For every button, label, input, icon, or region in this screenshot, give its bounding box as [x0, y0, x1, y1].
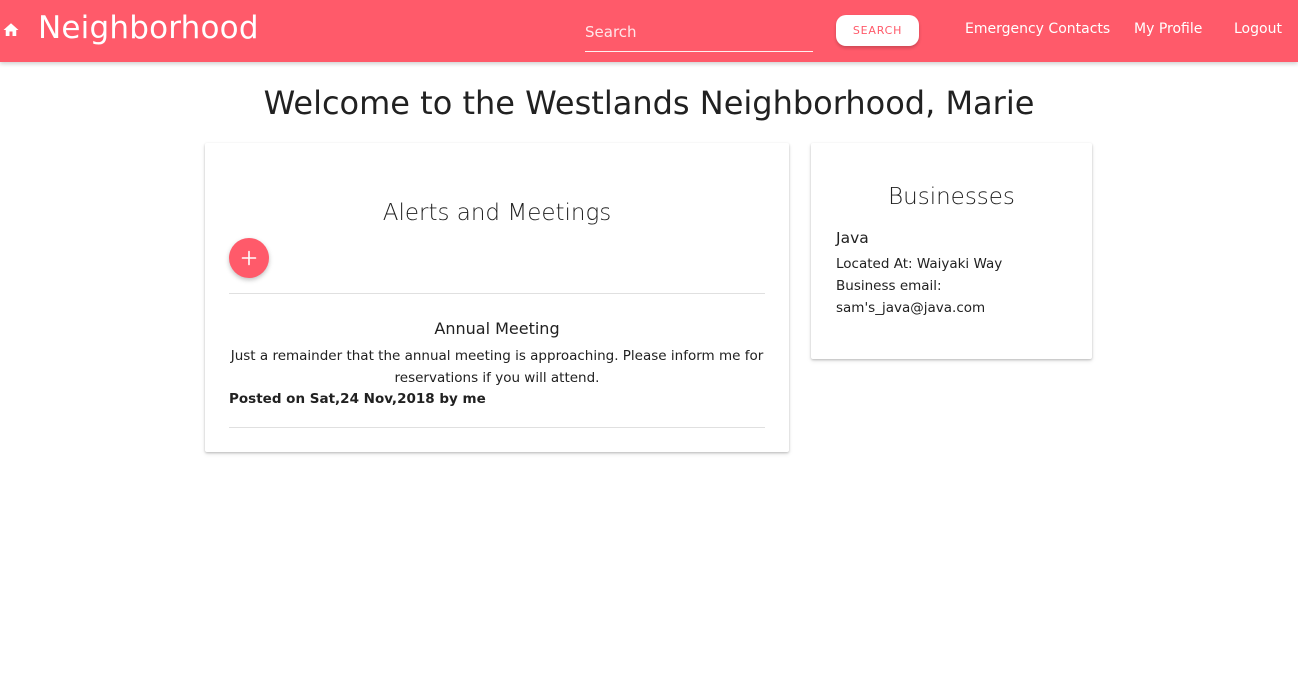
search-input[interactable]	[585, 13, 813, 52]
divider	[229, 427, 765, 428]
divider	[229, 293, 765, 294]
alert-body: Just a remainder that the annual meeting…	[230, 348, 764, 386]
add-alert-button[interactable]	[229, 238, 269, 278]
nav-link-emergency-contacts[interactable]: Emergency Contacts	[965, 21, 1110, 37]
search-button[interactable]: SEARCH	[836, 15, 919, 46]
plus-icon	[241, 250, 257, 266]
home-icon[interactable]	[2, 21, 20, 39]
alert-title: Annual Meeting	[434, 319, 560, 338]
navbar: Neighborhood SEARCH Emergency Contacts M…	[0, 0, 1298, 62]
business-email: sam's_java@java.com	[836, 300, 986, 316]
alerts-title: Alerts and Meetings	[382, 200, 612, 226]
business-location: Located At: Waiyaki Way	[836, 256, 1003, 272]
alert-posted-info: Posted on Sat,24 Nov,2018 by me	[229, 391, 486, 407]
nav-link-logout[interactable]: Logout	[1234, 21, 1282, 37]
nav-link-my-profile[interactable]: My Profile	[1134, 21, 1202, 37]
page-title: Welcome to the Westlands Neighborhood, M…	[263, 84, 1035, 122]
brand-logo[interactable]: Neighborhood	[38, 10, 259, 46]
businesses-card: Businesses Java Located At: Waiyaki Way …	[811, 143, 1092, 359]
alerts-card: Alerts and Meetings Annual Meeting Just …	[205, 143, 789, 452]
business-email-label: Business email:	[836, 278, 942, 294]
businesses-title: Businesses	[888, 184, 1015, 210]
business-name: Java	[836, 229, 869, 247]
